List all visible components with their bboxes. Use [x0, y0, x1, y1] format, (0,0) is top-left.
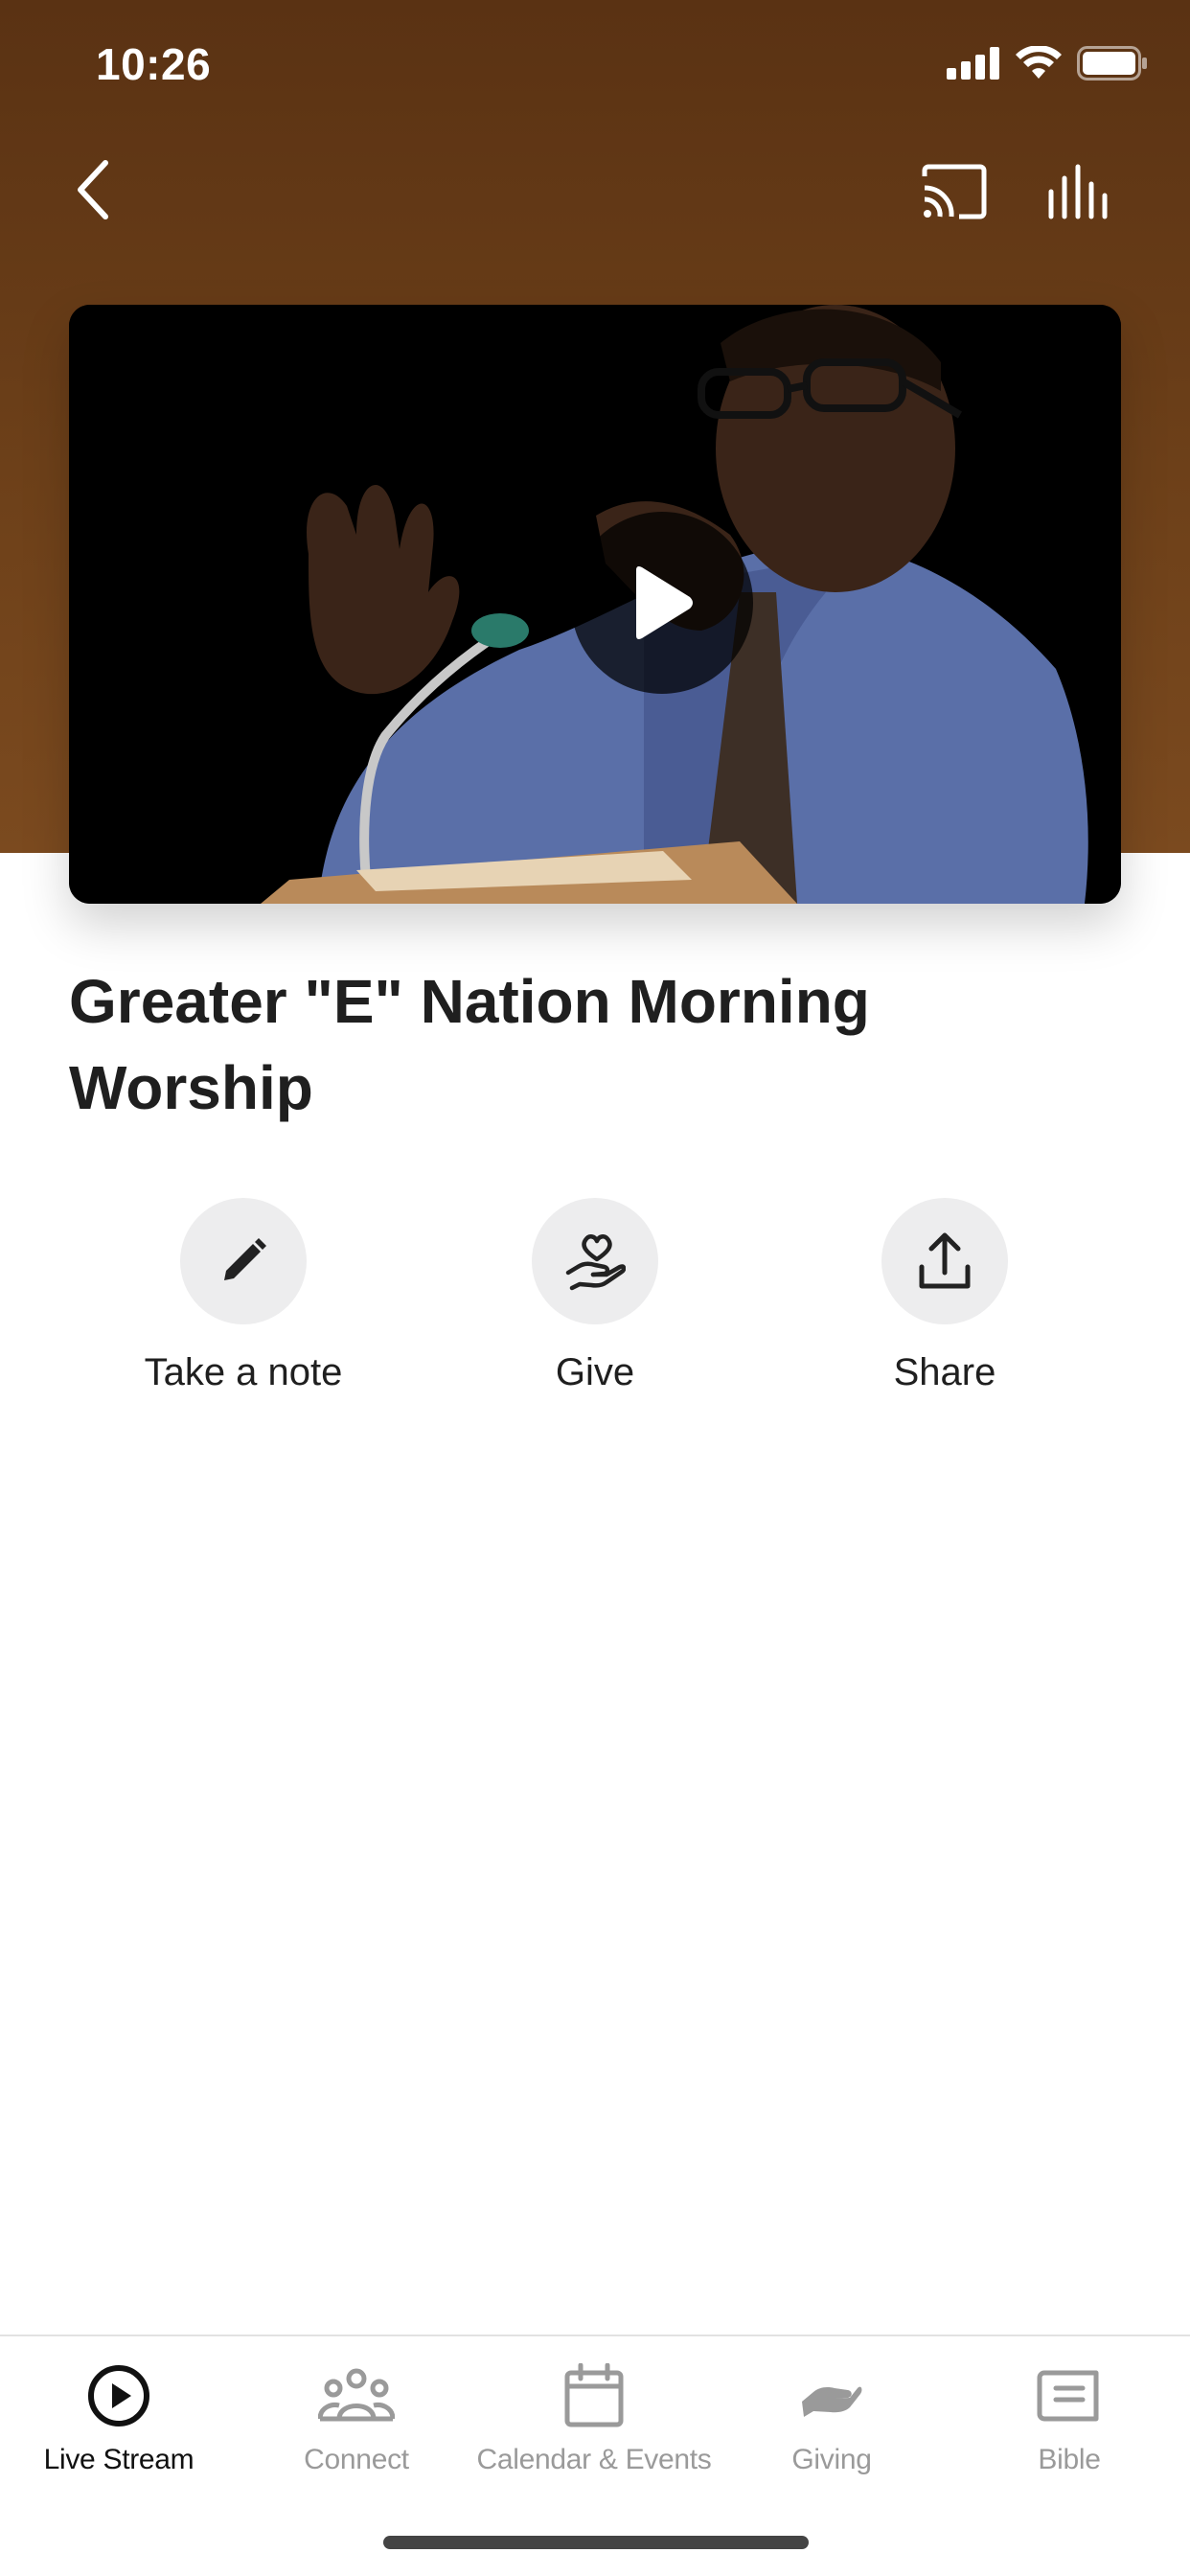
give-button[interactable]: Give	[451, 1198, 739, 1394]
take-note-label: Take a note	[144, 1351, 343, 1393]
play-button[interactable]	[571, 512, 753, 694]
share-circle	[881, 1198, 1008, 1324]
play-circle-icon	[80, 2359, 157, 2432]
take-note-button[interactable]: Take a note	[100, 1198, 387, 1394]
share-label: Share	[893, 1351, 996, 1393]
cast-button[interactable]	[918, 155, 991, 228]
tab-giving[interactable]: Giving	[713, 2359, 950, 2476]
back-button[interactable]	[63, 155, 121, 224]
share-upload-icon	[919, 1232, 971, 1289]
tab-calendar-events[interactable]: Calendar & Events	[475, 2359, 713, 2476]
audio-button[interactable]	[1042, 155, 1115, 228]
give-circle	[532, 1198, 658, 1324]
tab-live-stream[interactable]: Live Stream	[0, 2359, 238, 2476]
book-icon	[1031, 2359, 1108, 2432]
video-player[interactable]	[69, 305, 1121, 904]
wifi-icon	[1016, 46, 1062, 79]
nav-bar	[0, 144, 1190, 240]
pencil-icon	[224, 1238, 266, 1280]
page-title: Greater "E" Nation Morning Worship	[69, 967, 870, 1122]
tab-calendar-events-label: Calendar & Events	[476, 2444, 712, 2475]
cellular-signal-icon	[947, 47, 999, 80]
give-label: Give	[555, 1351, 635, 1393]
play-icon	[636, 566, 693, 639]
share-button[interactable]: Share	[801, 1198, 1088, 1394]
people-group-icon	[318, 2359, 395, 2432]
calendar-icon	[556, 2359, 632, 2432]
tab-giving-label: Giving	[791, 2444, 872, 2475]
chevron-left-icon	[78, 160, 108, 219]
tab-bible-label: Bible	[1038, 2444, 1101, 2475]
status-time: 10:26	[96, 39, 212, 89]
take-note-circle	[180, 1198, 307, 1324]
giving-hand-icon	[793, 2359, 870, 2432]
action-row: Take a note Give Share	[0, 1198, 1190, 1409]
status-icons	[947, 46, 1148, 80]
audio-bars-icon	[1048, 164, 1108, 219]
tab-connect[interactable]: Connect	[238, 2359, 475, 2476]
battery-icon	[1077, 46, 1147, 80]
tab-live-stream-label: Live Stream	[43, 2444, 195, 2475]
heart-hand-icon	[565, 1234, 626, 1291]
status-bar: 10:26	[0, 0, 1190, 134]
cast-icon	[922, 164, 987, 219]
tab-bible[interactable]: Bible	[950, 2359, 1188, 2476]
tab-connect-label: Connect	[304, 2444, 409, 2475]
home-indicator[interactable]	[383, 2536, 809, 2549]
screen: 10:26 Greater "E" Nation Morning Worship…	[0, 0, 1190, 2576]
